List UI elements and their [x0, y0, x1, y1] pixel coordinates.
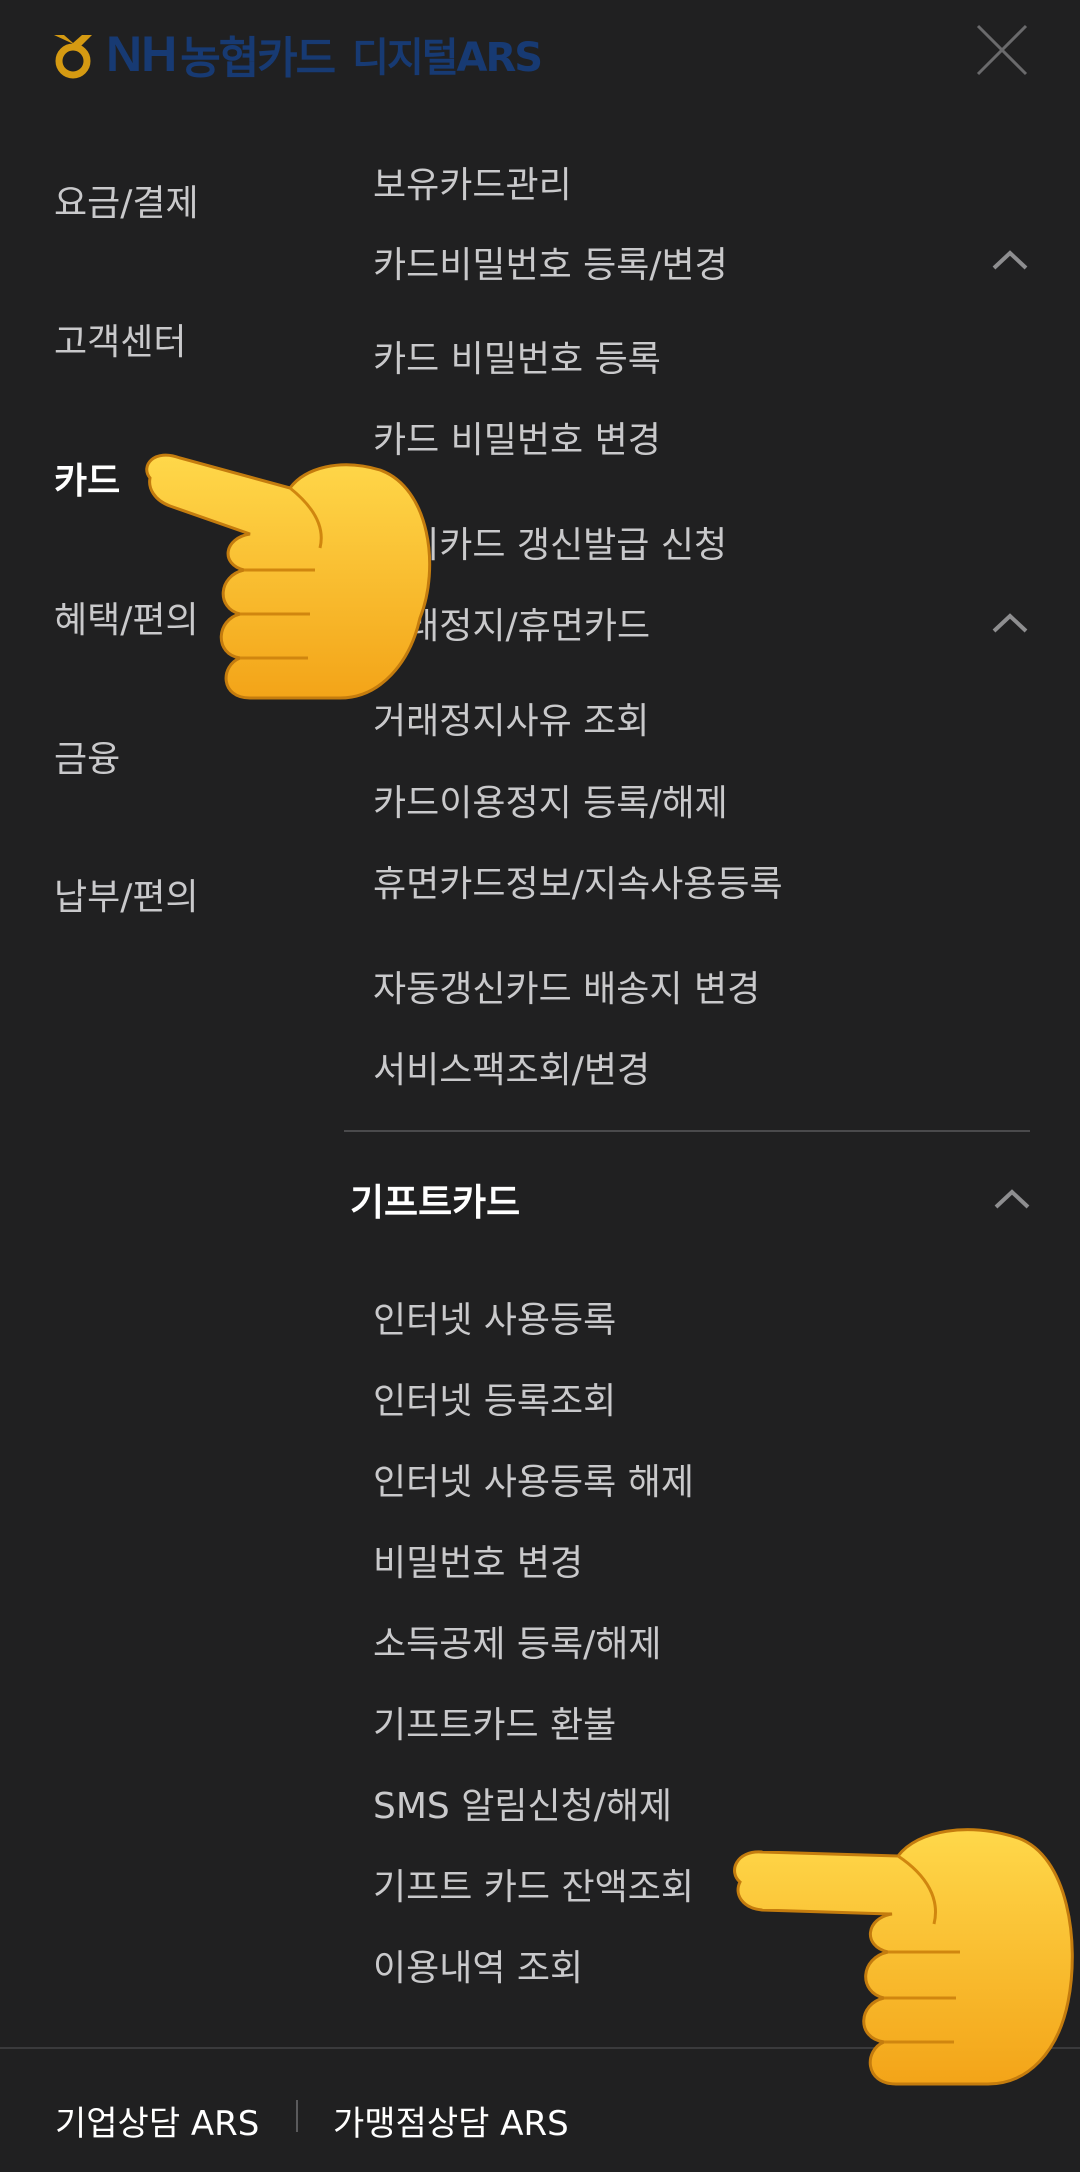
footer-corporate-ars-link[interactable]: 기업상담 ARS	[55, 2096, 259, 2145]
logo-card-text: 농협카드	[180, 33, 336, 84]
close-icon[interactable]	[974, 22, 1030, 78]
section-divider	[344, 1130, 1030, 1132]
pointing-hand-icon	[733, 1828, 1074, 2086]
category-customer-center[interactable]: 고객센터	[54, 313, 186, 365]
nh-logo-mark-icon	[54, 35, 92, 79]
gift-item-pin-change[interactable]: 비밀번호 변경	[373, 1534, 583, 1586]
menu-auto-renew-address[interactable]: 자동갱신카드 배송지 변경	[373, 960, 760, 1012]
gift-item-sms-alert[interactable]: SMS 알림신청/해제	[373, 1777, 672, 1829]
chevron-up-icon[interactable]	[990, 248, 1030, 272]
category-finance[interactable]: 금융	[54, 730, 120, 782]
menu-use-stop[interactable]: 카드이용정지 등록/해제	[373, 774, 728, 826]
gift-item-internet-register[interactable]: 인터넷 사용등록	[373, 1291, 616, 1343]
footer-merchant-ars-link[interactable]: 가맹점상담 ARS	[333, 2096, 569, 2145]
gift-card-title[interactable]: 기프트카드	[350, 1172, 520, 1226]
menu-dormant-info[interactable]: 휴면카드정보/지속사용등록	[373, 855, 783, 907]
app-header: NH 농협카드 디지털ARS	[0, 0, 1080, 110]
chevron-up-icon[interactable]	[990, 611, 1030, 635]
menu-pin-group[interactable]: 카드비밀번호 등록/변경	[373, 236, 728, 288]
chevron-up-icon[interactable]	[992, 1187, 1032, 1211]
pointing-hand-icon	[145, 453, 432, 700]
category-billing[interactable]: 요금/결제	[54, 174, 199, 226]
footer-separator	[296, 2100, 298, 2132]
menu-owned-card[interactable]: 보유카드관리	[373, 156, 572, 208]
logo-sub-text: 디지털ARS	[352, 35, 543, 81]
menu-pin-register[interactable]: 카드 비밀번호 등록	[373, 330, 661, 382]
gift-item-internet-inquiry[interactable]: 인터넷 등록조회	[373, 1372, 616, 1424]
gift-item-tax-deduction[interactable]: 소득공제 등록/해제	[373, 1615, 662, 1667]
category-card[interactable]: 카드	[54, 452, 120, 504]
gift-item-balance-inquiry[interactable]: 기프트 카드 잔액조회	[373, 1858, 694, 1910]
gift-item-usage-history[interactable]: 이용내역 조회	[373, 1939, 583, 1991]
gift-item-internet-unregister[interactable]: 인터넷 사용등록 해제	[373, 1453, 694, 1505]
menu-service-pack[interactable]: 서비스팩조회/변경	[373, 1041, 650, 1093]
logo-nh-text: NH	[106, 26, 177, 82]
nh-card-logo: NH 농협카드 디지털ARS	[50, 24, 543, 84]
category-payment[interactable]: 납부/편의	[54, 868, 199, 920]
gift-item-refund[interactable]: 기프트카드 환불	[373, 1696, 616, 1748]
